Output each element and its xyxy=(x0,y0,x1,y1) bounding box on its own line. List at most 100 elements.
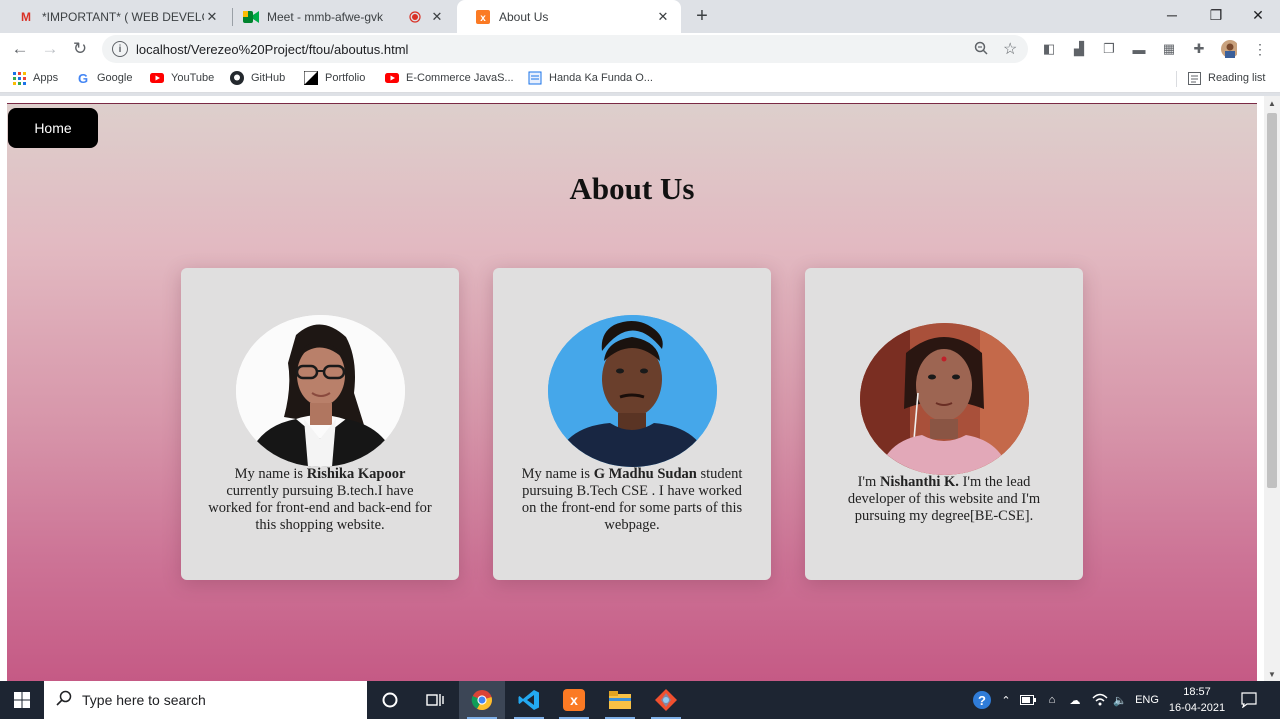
reading-list-label: Reading list xyxy=(1208,72,1266,84)
bookmark-label: Handa Ka Funda O... xyxy=(549,72,653,84)
device-icon[interactable]: ⌂ xyxy=(1042,681,1062,719)
url-text[interactable]: localhost/Verezeo%20Project/ftou/aboutus… xyxy=(136,42,408,57)
screen-icon[interactable]: ▬ xyxy=(1131,41,1147,57)
notification-icon[interactable] xyxy=(1238,681,1260,719)
bookmark-youtube[interactable]: YouTube xyxy=(150,71,214,85)
copy-icon[interactable]: ❐ xyxy=(1101,41,1117,57)
new-tab-button[interactable]: + xyxy=(690,4,714,28)
bookmark-star-icon[interactable]: ☆ xyxy=(1003,39,1017,59)
reading-list[interactable]: Reading list xyxy=(1187,71,1265,85)
volume-icon[interactable]: 🔈 xyxy=(1110,681,1130,719)
tab-meet[interactable]: Meet - mmb-afwe-gvk ✕ xyxy=(225,0,455,33)
bio-prefix: My name is xyxy=(234,466,307,482)
tab-about-us[interactable]: x About Us ✕ xyxy=(457,0,681,33)
grid-icon[interactable]: ▦ xyxy=(1161,41,1177,57)
member-photo xyxy=(548,315,717,467)
bookmark-label: GitHub xyxy=(251,72,286,84)
scroll-down-icon[interactable]: ▼ xyxy=(1264,667,1280,681)
member-bio: I'm Nishanthi K. I'm the lead developer … xyxy=(831,474,1057,525)
scroll-thumb[interactable] xyxy=(1267,113,1277,488)
cloud-icon[interactable]: ☁ xyxy=(1064,681,1086,719)
svg-text:x: x xyxy=(480,13,486,24)
member-bio: My name is G Madhu Sudan student pursuin… xyxy=(519,466,745,534)
bookmark-portfolio[interactable]: Portfolio xyxy=(304,71,365,85)
tab-strip: M *IMPORTANT* ( WEB DEVELOPM ✕ Meet - mm… xyxy=(0,0,1280,33)
chrome-icon[interactable] xyxy=(459,681,505,719)
cortana-icon[interactable] xyxy=(367,681,413,719)
analytics-icon[interactable]: ▟ xyxy=(1071,41,1087,57)
tab-title: *IMPORTANT* ( WEB DEVELOPM xyxy=(42,9,204,24)
bookmarks-bar: Apps G Google YouTube GitHub Portfolio E… xyxy=(0,65,1280,93)
chevron-up-icon[interactable]: ⌃ xyxy=(998,681,1014,719)
home-button[interactable]: Home xyxy=(8,108,98,148)
close-window-icon[interactable]: ✕ xyxy=(1236,0,1280,30)
battery-icon[interactable] xyxy=(1018,681,1038,719)
tab-gmail[interactable]: M *IMPORTANT* ( WEB DEVELOPM ✕ xyxy=(0,0,230,33)
close-icon[interactable]: ✕ xyxy=(429,9,445,25)
search-placeholder: Type here to search xyxy=(82,692,206,708)
taskbar-search[interactable]: Type here to search xyxy=(44,681,367,719)
language-indicator[interactable]: ENG xyxy=(1133,681,1161,719)
gmail-icon: M xyxy=(21,9,31,24)
bookmark-ecommerce[interactable]: E-Commerce JavaS... xyxy=(385,71,514,85)
clock-date: 16-04-2021 xyxy=(1168,702,1226,714)
bookmark-label: Google xyxy=(97,72,133,84)
vertical-scrollbar[interactable]: ▲ ▼ xyxy=(1264,96,1280,681)
forward-icon[interactable]: → xyxy=(37,36,63,62)
taskbar: Type here to search x ? ⌃ ⌂ ☁ 🔈 ENG 18:5… xyxy=(0,681,1280,719)
portfolio-icon xyxy=(304,71,318,85)
bio-prefix: My name is xyxy=(521,466,594,482)
youtube-icon xyxy=(385,71,399,85)
info-icon[interactable]: i xyxy=(112,41,128,57)
puzzle-icon[interactable]: ✚ xyxy=(1191,41,1207,57)
close-icon[interactable]: ✕ xyxy=(204,9,220,25)
svg-text:?: ? xyxy=(978,693,986,708)
page-title: About Us xyxy=(569,171,695,206)
member-name: Nishanthi K. xyxy=(879,474,959,490)
bookmark-google[interactable]: G Google xyxy=(76,71,133,86)
system-clock[interactable]: 18:57 16-04-2021 xyxy=(1164,684,1230,716)
profile-avatar[interactable] xyxy=(1221,40,1237,58)
restore-icon[interactable]: ❐ xyxy=(1194,0,1238,30)
bookmark-apps[interactable]: Apps xyxy=(12,71,58,85)
svg-text:x: x xyxy=(570,692,578,708)
address-bar[interactable]: i localhost/Verezeo%20Project/ftou/about… xyxy=(102,35,1028,63)
bookmark-label: Apps xyxy=(33,72,59,84)
extension-icon[interactable]: ◧ xyxy=(1041,41,1057,57)
bookmark-github[interactable]: GitHub xyxy=(230,71,285,85)
member-name: Rishika Kapoor xyxy=(306,466,406,482)
vscode-icon[interactable] xyxy=(506,681,552,719)
github-icon xyxy=(230,71,244,85)
bookmark-handa[interactable]: Handa Ka Funda O... xyxy=(528,71,653,85)
search-icon xyxy=(56,690,72,711)
wifi-icon[interactable] xyxy=(1090,681,1110,719)
scroll-up-icon[interactable]: ▲ xyxy=(1264,96,1280,110)
close-icon[interactable]: ✕ xyxy=(655,9,671,25)
reload-icon[interactable]: ↻ xyxy=(67,36,93,62)
xampp-icon: x xyxy=(475,9,491,25)
bio-text: currently pursuing B.tech.I have worked … xyxy=(208,483,432,533)
page-icon xyxy=(528,71,542,85)
bio-prefix: I'm xyxy=(857,474,880,490)
member-bio: My name is Rishika Kapoor currently purs… xyxy=(207,466,433,534)
menu-icon[interactable]: ⋮ xyxy=(1252,41,1268,57)
member-photo xyxy=(236,315,405,467)
xampp-icon[interactable]: x xyxy=(551,681,597,719)
task-view-icon[interactable] xyxy=(412,681,458,719)
minimize-icon[interactable]: ─ xyxy=(1150,0,1194,30)
file-explorer-icon[interactable] xyxy=(597,681,643,719)
youtube-icon xyxy=(150,71,164,85)
recording-icon xyxy=(407,9,423,25)
tab-title: About Us xyxy=(499,9,549,24)
windows-start-icon[interactable] xyxy=(0,681,44,719)
apps-grid-icon xyxy=(12,71,26,85)
back-icon[interactable]: ← xyxy=(7,36,33,62)
git-icon[interactable] xyxy=(643,681,689,719)
toolbar: ← → ↻ i localhost/Verezeo%20Project/ftou… xyxy=(0,33,1280,65)
bookmark-label: YouTube xyxy=(171,72,215,84)
zoom-icon[interactable] xyxy=(974,41,988,58)
meet-icon xyxy=(243,9,259,25)
reading-list-icon xyxy=(1187,71,1201,85)
bookmark-label: Portfolio xyxy=(325,72,366,84)
help-icon[interactable]: ? xyxy=(970,681,994,719)
